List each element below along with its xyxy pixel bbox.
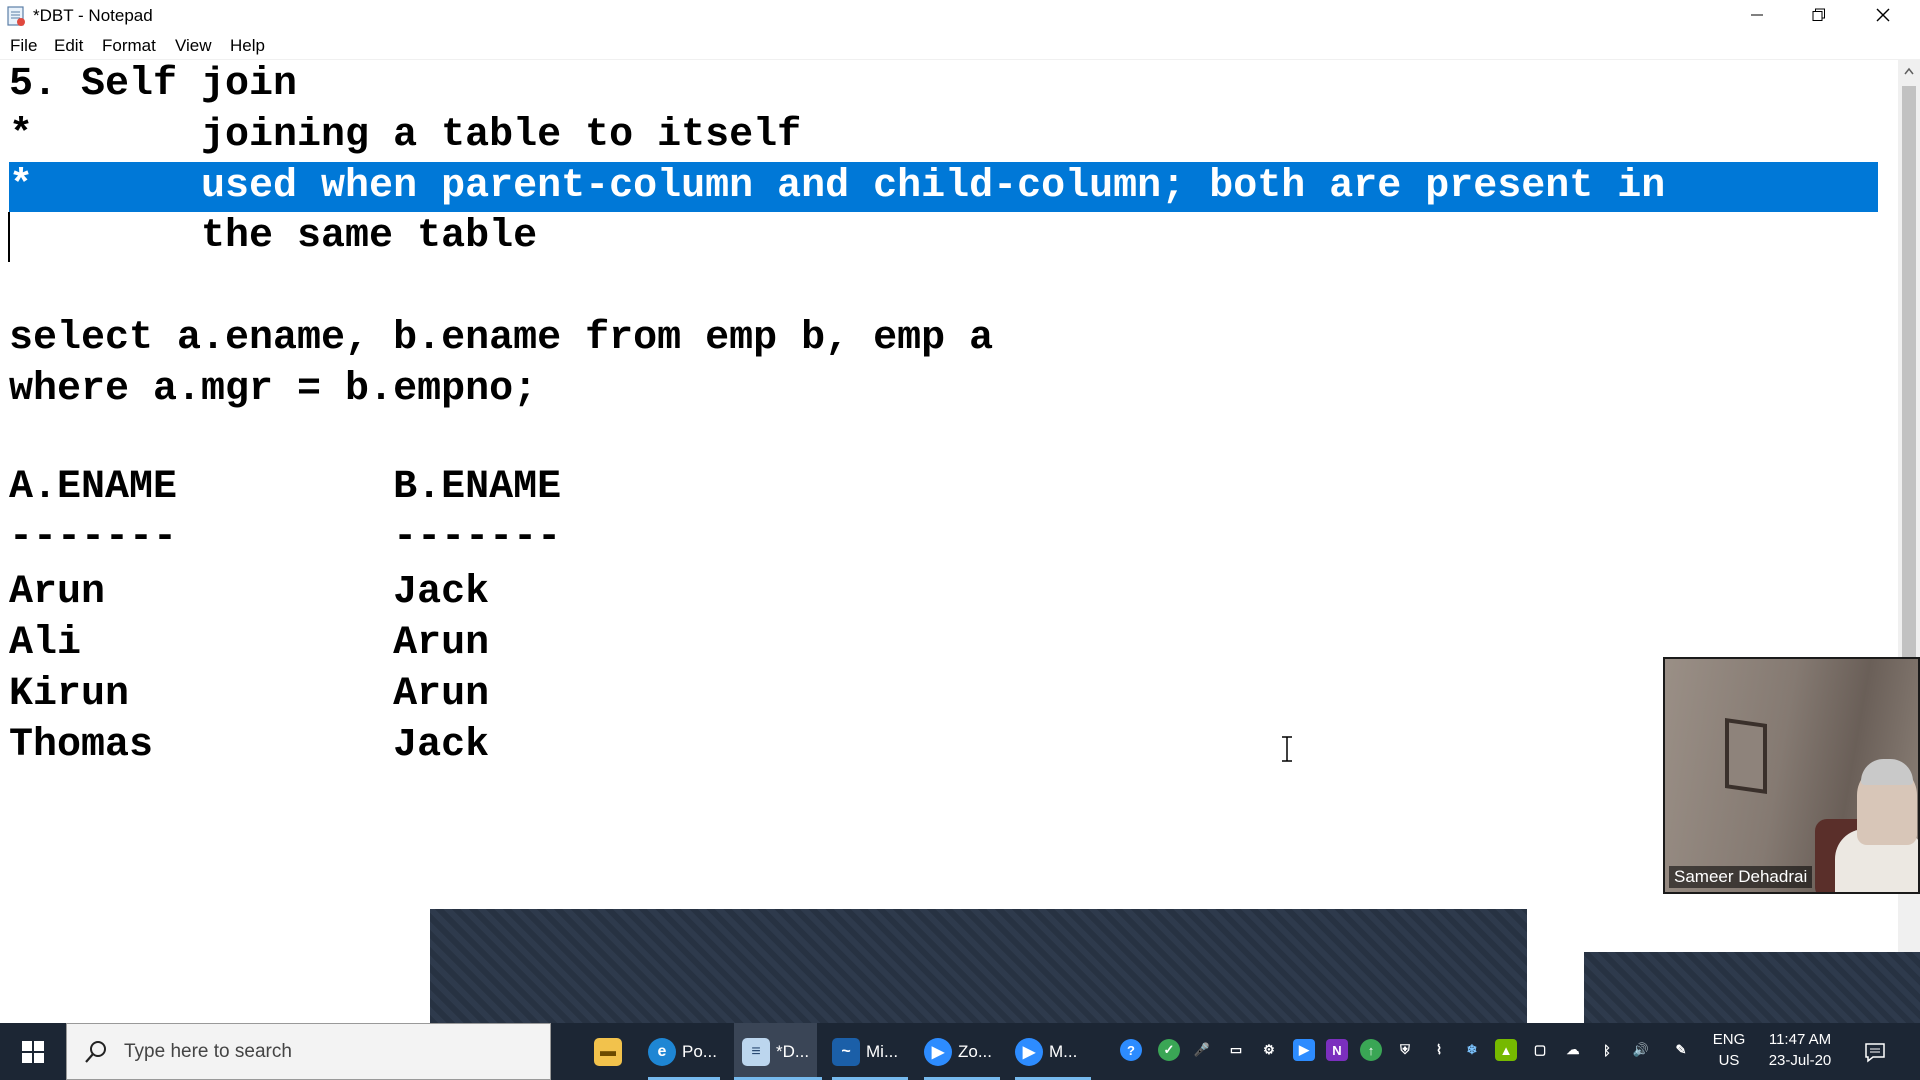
text-caret xyxy=(8,212,10,262)
language-indicator[interactable]: ENG US xyxy=(1712,1029,1746,1071)
taskbar-app-notepad[interactable]: ≡ *D... xyxy=(734,1023,818,1080)
restore-button[interactable] xyxy=(1788,0,1850,30)
edge-icon: e xyxy=(648,1037,676,1066)
network-icon[interactable]: ⌇ xyxy=(1428,1039,1450,1061)
editor-line: A.ENAME B.ENAME xyxy=(9,465,562,510)
file-explorer-icon: ▬ xyxy=(594,1037,622,1066)
editor-line-selected: * used when parent-column and child-colu… xyxy=(9,164,1666,209)
scroll-up-button[interactable] xyxy=(1898,60,1920,82)
language-code: ENG xyxy=(1712,1031,1746,1048)
editor-line: 5. Self join xyxy=(9,62,298,107)
minimize-button[interactable] xyxy=(1726,0,1788,30)
onenote-icon[interactable]: N xyxy=(1326,1039,1348,1061)
overlay-panel xyxy=(1584,952,1920,1023)
editor-line: * joining a table to itself xyxy=(9,113,802,158)
overlay-panel xyxy=(430,909,1527,1023)
taskbar-search[interactable]: Type here to search xyxy=(66,1023,551,1080)
notification-icon xyxy=(1865,1043,1885,1063)
window-title: *DBT - Notepad xyxy=(33,6,153,25)
snowflake-icon[interactable]: ❄ xyxy=(1461,1039,1483,1061)
taskbar-app-edge[interactable]: e Po... xyxy=(648,1023,717,1080)
editor-line: where a.mgr = b.empno; xyxy=(9,367,538,412)
nvidia-icon[interactable]: ▲ xyxy=(1495,1039,1517,1061)
restore-icon xyxy=(1812,8,1825,21)
start-button[interactable] xyxy=(0,1023,66,1080)
editor-line: the same table xyxy=(9,214,538,259)
close-icon xyxy=(1876,8,1890,22)
taskbar-app-label: Zo... xyxy=(958,1041,993,1061)
editor-line: ------- ------- xyxy=(9,515,562,560)
clock-date: 23-Jul-20 xyxy=(1768,1052,1832,1069)
participant-name: Sameer Dehadrai xyxy=(1669,866,1813,888)
windows-logo-icon xyxy=(22,1040,44,1063)
clock-time: 11:47 AM xyxy=(1768,1031,1832,1048)
taskbar-app-label: Mi... xyxy=(866,1041,899,1061)
battery-icon[interactable]: ▭ xyxy=(1225,1039,1247,1061)
zoom-tray-icon[interactable]: ▶ xyxy=(1293,1039,1315,1061)
action-center-button[interactable] xyxy=(1860,1037,1890,1067)
bluetooth-icon[interactable]: ᛒ xyxy=(1596,1039,1618,1061)
taskbar-app-label: Po... xyxy=(682,1041,717,1061)
menu-edit[interactable]: Edit xyxy=(54,36,83,56)
menu-view[interactable]: View xyxy=(175,36,212,56)
editor-line: Ali Arun xyxy=(9,621,490,666)
update-icon[interactable]: ↑ xyxy=(1360,1039,1382,1061)
taskbar-app-file-explorer[interactable]: ▬ xyxy=(594,1023,622,1080)
zoom-icon: ▶ xyxy=(924,1037,952,1066)
pen-icon[interactable]: ✎ xyxy=(1670,1039,1692,1061)
editor-line: Arun Jack xyxy=(9,570,490,615)
system-clock[interactable]: 11:47 AM 23-Jul-20 xyxy=(1758,1029,1842,1071)
notepad-icon xyxy=(7,6,25,26)
display-icon[interactable]: ▢ xyxy=(1529,1039,1551,1061)
editor-line: select a.ename, b.ename from emp b, emp … xyxy=(9,316,994,361)
notepad-icon: ≡ xyxy=(742,1037,770,1066)
search-icon xyxy=(85,1041,106,1063)
minimize-icon xyxy=(1751,14,1763,16)
volume-icon[interactable]: 🔊 xyxy=(1630,1039,1652,1061)
security-shield-icon[interactable]: ⛨ xyxy=(1394,1039,1416,1061)
editor-line: Thomas Jack xyxy=(9,723,490,768)
menu-help[interactable]: Help xyxy=(230,36,265,56)
taskbar: Type here to search ▬ e Po... ≡ *D... ~ … xyxy=(0,1023,1920,1080)
taskbar-app-zoom[interactable]: ▶ Zo... xyxy=(924,1023,992,1080)
region-code: US xyxy=(1718,1052,1740,1069)
menu-format[interactable]: Format xyxy=(102,36,156,56)
chevron-up-icon xyxy=(1904,67,1914,75)
search-placeholder: Type here to search xyxy=(124,1041,292,1062)
taskbar-app-zoom-meeting[interactable]: ▶ M... xyxy=(1015,1023,1077,1080)
taskbar-app-whiteboard[interactable]: ~ Mi... xyxy=(832,1023,898,1080)
title-bar: *DBT - Notepad xyxy=(0,0,1920,32)
zoom-meeting-icon: ▶ xyxy=(1015,1037,1043,1066)
taskbar-app-label: *D... xyxy=(776,1041,810,1061)
check-shield-icon[interactable]: ✓ xyxy=(1158,1039,1180,1061)
microphone-icon[interactable]: 🎤 xyxy=(1191,1039,1213,1061)
taskbar-app-label: M... xyxy=(1049,1041,1078,1061)
help-icon[interactable]: ? xyxy=(1120,1039,1142,1061)
wall-picture xyxy=(1725,718,1767,794)
text-editor[interactable]: 5. Self join * joining a table to itself… xyxy=(0,60,1898,1023)
menu-bar: File Edit Format View Help xyxy=(0,32,1920,60)
menu-file[interactable]: File xyxy=(10,36,37,56)
video-tile[interactable]: Sameer Dehadrai xyxy=(1663,657,1920,894)
scrollbar-thumb[interactable] xyxy=(1902,86,1916,686)
steam-icon[interactable]: ⚙ xyxy=(1258,1039,1280,1061)
text-cursor-icon xyxy=(1282,736,1292,762)
editor-line: Kirun Arun xyxy=(9,672,490,717)
cloud-icon[interactable]: ☁ xyxy=(1562,1039,1584,1061)
whiteboard-icon: ~ xyxy=(832,1037,860,1066)
close-button[interactable] xyxy=(1852,0,1914,30)
